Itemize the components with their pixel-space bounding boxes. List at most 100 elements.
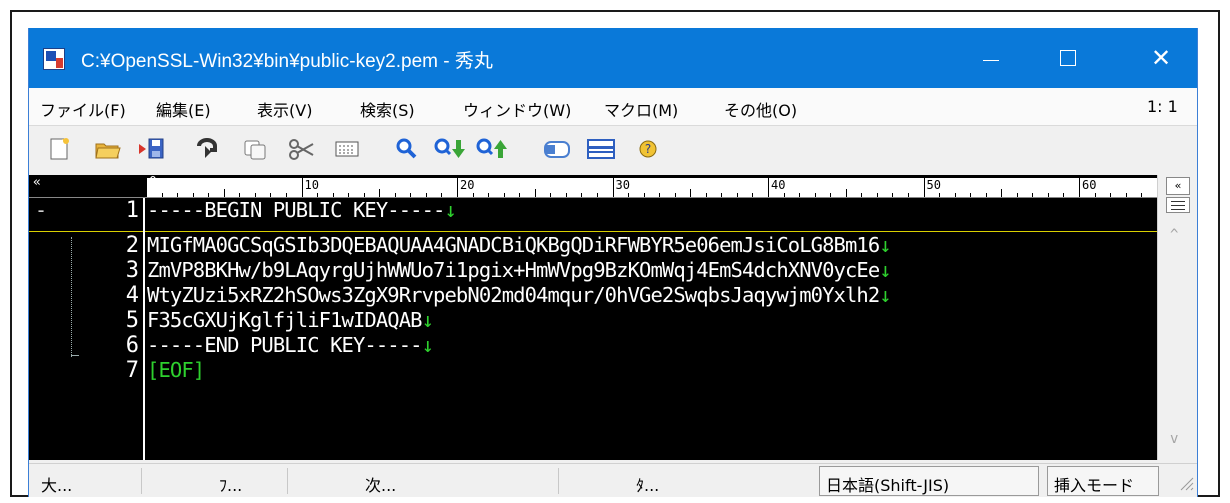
ruler-tick bbox=[970, 193, 972, 197]
menu-other[interactable]: その他(O) bbox=[724, 97, 797, 121]
code-line[interactable]: - 1 -----BEGIN PUBLIC KEY-----↓ bbox=[29, 198, 1157, 223]
ruler-tick bbox=[939, 193, 941, 197]
status-cell-file[interactable]: ﾌ... bbox=[219, 472, 242, 496]
status-bar: 大... ﾌ... 次... ﾀ... 日本語(Shift-JIS) 挿入モード bbox=[29, 463, 1197, 497]
ruler-number: 10 bbox=[304, 178, 319, 192]
new-file-icon[interactable] bbox=[45, 136, 73, 162]
menu-view[interactable]: 表示(V) bbox=[257, 97, 312, 121]
ruler-tick bbox=[239, 193, 241, 197]
code-line[interactable]: 5 F35cGXUjKglfjliF1wIDAQAB↓ bbox=[29, 308, 1157, 333]
close-button[interactable]: ✕ bbox=[1126, 28, 1196, 88]
status-cell-next[interactable]: 次... bbox=[365, 472, 396, 496]
status-divider bbox=[141, 468, 142, 494]
ruler-tick bbox=[768, 178, 769, 197]
ruler-start: 0 bbox=[149, 175, 157, 190]
code-line[interactable]: 4 WtyZUzi5xRZ2hSOws3ZgX9RrvpebN02md04mqu… bbox=[29, 283, 1157, 308]
ruler-tick bbox=[659, 193, 661, 197]
fold-marker[interactable]: - bbox=[35, 198, 47, 222]
status-cell-tab[interactable]: ﾀ... bbox=[636, 472, 659, 496]
ruler-tick bbox=[721, 193, 723, 197]
maximize-icon bbox=[1060, 50, 1076, 66]
line-number: 7 bbox=[125, 358, 139, 383]
eol-arrow-icon: ↓ bbox=[421, 333, 434, 357]
ruler-number: 40 bbox=[771, 178, 786, 192]
text-editor[interactable]: « 10 20 30 40 50 60 0 - 1 -----BEGIN PUBLIC K… bbox=[29, 175, 1197, 460]
split-icon[interactable] bbox=[585, 136, 617, 162]
ruler-scale: 10 20 30 40 50 60 bbox=[146, 178, 1158, 197]
ruler-tick bbox=[519, 193, 521, 197]
collapse-button[interactable]: « bbox=[1166, 177, 1190, 195]
ruler-tick bbox=[628, 193, 630, 197]
find-next-icon[interactable] bbox=[433, 136, 467, 162]
ruler-number: 20 bbox=[460, 178, 475, 192]
ruler-tick bbox=[285, 193, 287, 197]
find-prev-icon[interactable] bbox=[475, 136, 509, 162]
code-line[interactable]: 7 [EOF] bbox=[29, 358, 1157, 383]
toolbar: ? bbox=[29, 127, 1197, 173]
code-line[interactable]: 2 MIGfMA0GCSqGSIb3DQEBAQUAA4GNADCBiQKBgQ… bbox=[29, 233, 1157, 258]
menu-edit[interactable]: 編集(E) bbox=[156, 97, 211, 121]
ruler-tick bbox=[830, 193, 832, 197]
status-cell-size[interactable]: 大... bbox=[41, 472, 72, 496]
cursor-underline bbox=[29, 231, 1157, 232]
line-content: F35cGXUjKglfjliF1wIDAQAB↓ bbox=[147, 308, 434, 332]
eof-marker: [EOF] bbox=[147, 358, 205, 382]
menu-window[interactable]: ウィンドウ(W) bbox=[463, 97, 571, 121]
app-icon[interactable] bbox=[43, 48, 65, 70]
line-content: MIGfMA0GCSqGSIb3DQEBAQUAA4GNADCBiQKBgQDi… bbox=[147, 233, 892, 257]
line-content: ZmVP8BKHw/b9LAqyrgUjhWWUo7i1pgix+HmWVpg9… bbox=[147, 258, 892, 282]
undo-icon[interactable] bbox=[195, 136, 223, 162]
paste-icon[interactable] bbox=[333, 136, 361, 162]
ruler-tick bbox=[317, 193, 319, 197]
eol-arrow-icon: ↓ bbox=[879, 258, 891, 282]
ruler-tick bbox=[581, 193, 583, 197]
menu-file[interactable]: ファイル(F) bbox=[40, 97, 126, 121]
window-icon[interactable] bbox=[541, 136, 573, 162]
ruler-tick bbox=[612, 178, 614, 197]
ruler-tick bbox=[985, 193, 987, 197]
ruler-tick bbox=[161, 193, 163, 197]
ruler-tick bbox=[332, 193, 334, 197]
split-view-button[interactable] bbox=[1166, 197, 1190, 213]
line-content: -----END PUBLIC KEY-----↓ bbox=[147, 333, 434, 357]
ruler-tick bbox=[223, 189, 225, 197]
ruler-tick bbox=[146, 178, 147, 197]
editor-window: C:¥OpenSSL-Win32¥bin¥public-key2.pem - 秀… bbox=[28, 28, 1198, 497]
ruler-tick bbox=[1047, 193, 1049, 197]
menu-macro[interactable]: マクロ(M) bbox=[604, 97, 678, 121]
title-bar[interactable]: C:¥OpenSSL-Win32¥bin¥public-key2.pem - 秀… bbox=[29, 28, 1197, 88]
menu-search[interactable]: 検索(S) bbox=[360, 97, 415, 121]
minimize-button[interactable] bbox=[956, 28, 1026, 88]
ruler-tick bbox=[254, 193, 256, 197]
input-mode-indicator[interactable]: 挿入モード bbox=[1047, 466, 1159, 496]
resize-grip-icon[interactable] bbox=[1175, 472, 1195, 492]
code-line[interactable]: 3 ZmVP8BKHw/b9LAqyrgUjhWWUo7i1pgix+HmWVp… bbox=[29, 258, 1157, 283]
ruler-tick bbox=[736, 193, 738, 197]
find-icon[interactable] bbox=[393, 136, 421, 162]
close-icon: ✕ bbox=[1150, 44, 1172, 72]
cursor-position: 1: 1 bbox=[1147, 97, 1178, 116]
copy-icon[interactable] bbox=[241, 136, 269, 162]
maximize-button[interactable] bbox=[1033, 28, 1103, 88]
ruler-tick bbox=[643, 193, 645, 197]
scroll-down-icon[interactable]: v bbox=[1170, 431, 1178, 447]
line-content: WtyZUzi5xRZ2hSOws3ZgX9RrvpebN02md04mqur/… bbox=[147, 283, 892, 307]
help-icon[interactable]: ? bbox=[635, 136, 663, 162]
encoding-indicator[interactable]: 日本語(Shift-JIS) bbox=[819, 466, 1039, 496]
menu-bar: ファイル(F) 編集(E) 表示(V) 検索(S) ウィンドウ(W) マクロ(M… bbox=[29, 88, 1197, 126]
window-title: C:¥OpenSSL-Win32¥bin¥public-key2.pem - 秀… bbox=[81, 51, 493, 72]
status-divider bbox=[287, 468, 288, 494]
ruler-number: 50 bbox=[926, 178, 941, 192]
code-line[interactable]: 6 -----END PUBLIC KEY-----↓ bbox=[29, 333, 1157, 358]
svg-text:?: ? bbox=[645, 142, 651, 156]
ruler-tick bbox=[379, 189, 381, 197]
cut-icon[interactable] bbox=[287, 136, 315, 162]
ruler-tick bbox=[472, 193, 474, 197]
vertical-scrollbar[interactable]: « ^ v bbox=[1157, 175, 1197, 460]
save-icon[interactable] bbox=[137, 136, 165, 162]
eol-arrow-icon: ↓ bbox=[879, 233, 891, 257]
ruler-tick bbox=[1016, 193, 1018, 197]
ruler-tick bbox=[783, 193, 785, 197]
open-folder-icon[interactable] bbox=[93, 136, 121, 162]
scroll-up-icon[interactable]: ^ bbox=[1170, 227, 1178, 243]
